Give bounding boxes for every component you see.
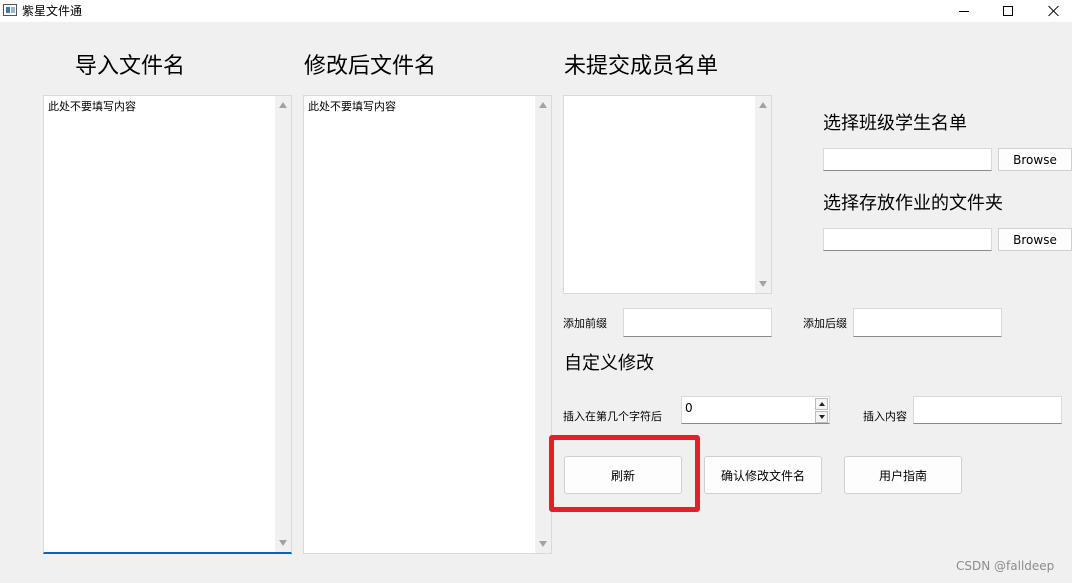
suffix-label: 添加后缀 bbox=[803, 317, 847, 330]
class-list-label: 选择班级学生名单 bbox=[823, 113, 967, 134]
import-filenames-text: 此处不要填写内容 bbox=[48, 100, 136, 113]
scroll-up-icon[interactable] bbox=[759, 102, 767, 108]
watermark: CSDN @falldeep bbox=[956, 559, 1055, 573]
scroll-up-icon[interactable] bbox=[539, 102, 547, 108]
class-list-path-input[interactable] bbox=[823, 148, 992, 171]
minimize-button[interactable] bbox=[941, 0, 987, 22]
unsubmitted-members-scrollbar[interactable] bbox=[755, 96, 771, 293]
minimize-icon bbox=[959, 10, 969, 12]
custom-modify-heading: 自定义修改 bbox=[564, 353, 654, 374]
suffix-input[interactable] bbox=[853, 308, 1002, 337]
class-list-browse-button[interactable]: Browse bbox=[998, 148, 1072, 171]
confirm-rename-button[interactable]: 确认修改文件名 bbox=[704, 456, 822, 494]
user-guide-button[interactable]: 用户指南 bbox=[844, 456, 962, 494]
homework-folder-label: 选择存放作业的文件夹 bbox=[823, 193, 1003, 214]
scroll-down-icon[interactable] bbox=[759, 281, 767, 287]
scroll-down-icon[interactable] bbox=[539, 541, 547, 547]
app-icon bbox=[3, 4, 17, 16]
maximize-icon bbox=[1003, 6, 1013, 16]
spin-up-icon[interactable] bbox=[815, 398, 828, 410]
insert-position-label: 插入在第几个字符后 bbox=[563, 410, 662, 423]
scroll-down-icon[interactable] bbox=[279, 540, 287, 546]
maximize-button[interactable] bbox=[985, 0, 1031, 22]
unsubmitted-members-heading: 未提交成员名单 bbox=[564, 54, 719, 79]
window-title: 紫星文件通 bbox=[22, 4, 83, 18]
title-bar: 紫星文件通 bbox=[0, 0, 1072, 22]
close-icon bbox=[1048, 5, 1060, 17]
insert-position-spinbox[interactable]: 0 bbox=[681, 396, 830, 424]
refresh-highlight-annotation bbox=[549, 435, 700, 512]
unsubmitted-members-textarea[interactable] bbox=[563, 95, 772, 294]
homework-folder-path-input[interactable] bbox=[823, 228, 992, 251]
import-filenames-scrollbar[interactable] bbox=[275, 96, 291, 552]
import-filenames-textarea[interactable]: 此处不要填写内容 bbox=[43, 95, 292, 554]
scroll-up-icon[interactable] bbox=[279, 102, 287, 108]
prefix-label: 添加前缀 bbox=[563, 317, 607, 330]
spin-down-icon[interactable] bbox=[815, 411, 828, 423]
insert-content-input[interactable] bbox=[913, 396, 1062, 424]
homework-folder-browse-button[interactable]: Browse bbox=[998, 228, 1072, 251]
insert-content-label: 插入内容 bbox=[863, 410, 907, 423]
insert-position-value: 0 bbox=[685, 401, 693, 415]
close-button[interactable] bbox=[1031, 0, 1072, 22]
modified-filenames-textarea[interactable]: 此处不要填写内容 bbox=[303, 95, 552, 554]
modified-filenames-text: 此处不要填写内容 bbox=[308, 100, 396, 113]
prefix-input[interactable] bbox=[623, 308, 772, 337]
modified-filenames-heading: 修改后文件名 bbox=[304, 54, 437, 79]
import-filenames-heading: 导入文件名 bbox=[75, 54, 186, 79]
